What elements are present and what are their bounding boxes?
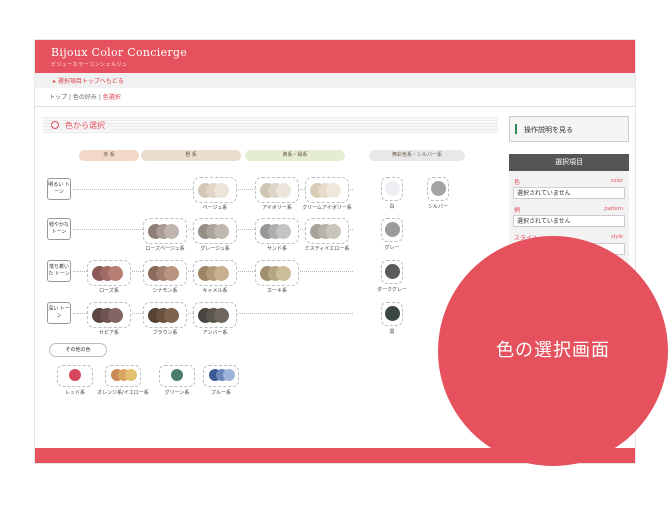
back-to-top-link[interactable]: ▸ 選択項目トップへもどる: [53, 76, 124, 85]
swatch-label: クリームアイボリー系: [302, 205, 352, 211]
neutral-swatch[interactable]: [381, 177, 403, 201]
swatch-label: ミスティイエロー系: [304, 246, 350, 252]
color-circle: [125, 369, 137, 381]
circle-icon: [51, 121, 59, 129]
color-circle: [385, 264, 400, 279]
color-circle: [69, 369, 81, 381]
other-color-swatch[interactable]: [57, 365, 93, 387]
color-circle: [214, 266, 229, 281]
tone-label: 深い トーン: [47, 302, 71, 324]
breadcrumb: トップ | 色の好み | 色選択: [49, 92, 121, 101]
color-swatch[interactable]: [255, 260, 299, 286]
field-label-pattern: 柄: [514, 207, 521, 214]
color-circle: [164, 308, 179, 323]
field-en-color: color: [610, 178, 623, 184]
breadcrumb-preference[interactable]: 色の好み: [73, 94, 97, 101]
other-color-label: オレンジ系/イエロー系: [97, 390, 149, 396]
color-circle: [171, 369, 183, 381]
swatch-label: グレー: [384, 245, 400, 251]
color-circle: [326, 183, 341, 198]
color-swatch[interactable]: [193, 260, 237, 286]
category-pill: 黄系・緑系: [245, 150, 345, 161]
field-en-pattern: pattern: [604, 206, 623, 212]
color-circle: [164, 266, 179, 281]
other-colors-button[interactable]: その他の色: [49, 343, 107, 357]
color-swatch[interactable]: [305, 218, 349, 244]
other-color-swatch[interactable]: [203, 365, 239, 387]
category-pill: 橙 系: [141, 150, 241, 161]
swatch-label: ベージュ系: [202, 205, 228, 211]
back-row: ▸ 選択項目トップへもどる: [35, 73, 635, 88]
swatch-label: 黒: [389, 329, 395, 335]
tone-label: 明るい トーン: [47, 178, 71, 200]
color-swatch[interactable]: [305, 177, 349, 203]
field-value-color[interactable]: 選択されていません: [513, 187, 625, 199]
neutral-swatch[interactable]: [381, 260, 403, 284]
color-circle: [214, 224, 229, 239]
color-circle: [214, 183, 229, 198]
tone-label: 穏やかな トーン: [47, 218, 71, 240]
swatch-label: グレージュ系: [200, 246, 230, 252]
brand-subtitle: ビジューカラーコンシェルジュ: [51, 62, 128, 68]
swatch-label: キャメル系: [202, 288, 228, 294]
color-circle: [276, 224, 291, 239]
color-swatch[interactable]: [255, 177, 299, 203]
color-swatch[interactable]: [193, 177, 237, 203]
breadcrumb-top[interactable]: トップ: [49, 94, 67, 101]
color-swatch[interactable]: [193, 302, 237, 328]
bar-icon: [515, 124, 517, 134]
neutral-swatch[interactable]: [427, 177, 449, 201]
color-swatch[interactable]: [143, 218, 187, 244]
color-circle: [326, 224, 341, 239]
color-circle: [276, 183, 291, 198]
color-swatch[interactable]: [193, 218, 237, 244]
category-pill: 無彩色系・シルバー系: [369, 150, 465, 161]
guide-button[interactable]: 操作説明を見る: [509, 116, 629, 142]
color-swatch[interactable]: [255, 218, 299, 244]
color-circle: [385, 306, 400, 321]
color-circle: [108, 308, 123, 323]
callout-bubble: 色の選択画面: [438, 236, 668, 466]
color-swatch[interactable]: [143, 302, 187, 328]
color-swatch[interactable]: [143, 260, 187, 286]
other-color-swatch[interactable]: [159, 365, 195, 387]
color-circle: [431, 181, 446, 196]
guide-button-label: 操作説明を見る: [524, 126, 573, 134]
neutral-swatch[interactable]: [381, 218, 403, 242]
swatch-label: カーキ系: [266, 288, 287, 294]
field-label-color: 色: [514, 179, 521, 186]
color-swatch[interactable]: [87, 302, 131, 328]
swatch-label: セピア系: [98, 330, 119, 336]
other-color-label: ブルー系: [210, 390, 231, 396]
color-circle: [276, 266, 291, 281]
swatch-label: ローズ系: [99, 288, 119, 294]
selected-items-header: 選択項目: [509, 154, 629, 171]
field-value-pattern[interactable]: 選択されていません: [513, 215, 625, 227]
color-circle: [214, 308, 229, 323]
breadcrumb-current: 色選択: [102, 94, 121, 101]
color-circle: [385, 181, 400, 196]
color-circle: [108, 266, 123, 281]
header-bar: Bijoux Color Concierge ビジューカラーコンシェルジュ: [35, 40, 635, 73]
color-circle: [385, 222, 400, 237]
swatch-label: アンバー系: [202, 330, 228, 336]
category-pill: 赤 系: [79, 150, 139, 161]
section-title: 色から選択: [65, 121, 105, 130]
breadcrumb-separator: |: [98, 94, 101, 101]
swatch-label: ダークグレー: [377, 287, 407, 293]
neutral-swatch[interactable]: [381, 302, 403, 326]
divider: [35, 106, 635, 107]
tone-label: 落ち着いた トーン: [47, 260, 71, 282]
other-color-swatch[interactable]: [105, 365, 141, 387]
field-en-style: style: [611, 234, 623, 240]
breadcrumb-separator: |: [68, 94, 71, 101]
color-swatch[interactable]: [87, 260, 131, 286]
color-circle: [223, 369, 235, 381]
color-circle: [164, 224, 179, 239]
section-header: 色から選択: [43, 117, 498, 133]
brand-logo[interactable]: Bijoux Color Concierge: [51, 46, 187, 59]
swatch-label: シルバー: [427, 204, 448, 210]
